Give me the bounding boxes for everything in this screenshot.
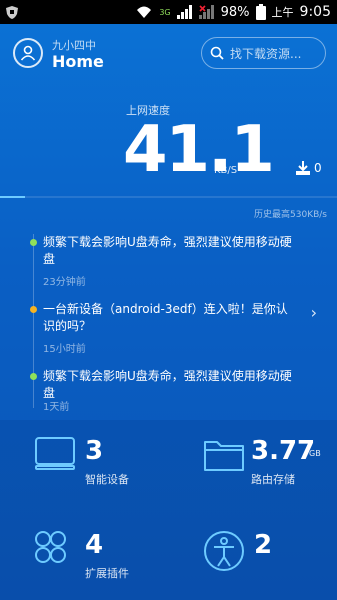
tile-plugins[interactable]: 4 扩展插件	[34, 530, 194, 600]
grid-circles-icon	[35, 531, 66, 563]
status-right: 3G 98% 上午 9:05	[135, 4, 331, 20]
tile-label: 扩展插件	[85, 567, 129, 580]
speed-bar-fill	[0, 196, 25, 198]
clock-time: 9:05	[299, 4, 331, 20]
status-bar: 3G 98% 上午 9:05	[0, 0, 337, 24]
signal-strength-icon	[176, 5, 192, 19]
tile-label: 路由存储	[251, 473, 295, 486]
battery-icon	[255, 4, 266, 20]
tile-count: 4	[85, 530, 104, 560]
search-placeholder: 找下载资源...	[230, 46, 302, 61]
feature-tiles: 3 智能设备 3.77 GB 路由存储 4 扩展插件 2	[0, 420, 337, 600]
notification-timeline: 频繁下载会影响U盘寿命，强烈建议使用移动硬盘 23分钟前 一台新设备（andro…	[0, 226, 337, 416]
tile-unit: GB	[309, 449, 321, 458]
timeline-line	[33, 234, 34, 408]
profile-avatar-button[interactable]	[13, 38, 43, 68]
speed-bar	[0, 196, 337, 198]
timeline-text: 频繁下载会影响U盘寿命，强烈建议使用移动硬盘	[43, 369, 292, 400]
speed-value: 41.1	[123, 113, 275, 187]
timeline-dot	[30, 239, 37, 246]
network-type-label: 3G	[159, 7, 171, 17]
app-screen: 3G 98% 上午 9:05 九小四中 Home 找下载资源... 上网速度 4…	[0, 0, 337, 600]
app-header: 九小四中 Home 找下载资源...	[0, 24, 337, 80]
timeline-text: 频繁下载会影响U盘寿命，强烈建议使用移动硬盘	[43, 235, 292, 266]
timeline-dot	[30, 306, 37, 313]
timeline-time: 23分钟前	[43, 277, 86, 288]
search-icon	[210, 46, 224, 60]
history-max-speed: 历史最高530KB/s	[254, 210, 327, 220]
tile-count: 2	[254, 530, 273, 560]
search-input[interactable]: 找下载资源...	[201, 37, 326, 69]
timeline-time: 1天前	[43, 402, 70, 413]
battery-percent: 98%	[220, 4, 250, 20]
status-left	[6, 5, 18, 19]
folder-icon	[204, 441, 244, 471]
monitor-icon	[35, 437, 75, 470]
timeline-text: 一台新设备（android-3edf）连入啦！是你认识的吗？	[43, 302, 288, 333]
signal-no-service-icon	[198, 5, 214, 19]
download-icon	[296, 161, 310, 175]
time-prefix: 上午	[271, 6, 294, 19]
wifi-icon	[137, 6, 152, 18]
timeline-time: 15小时前	[43, 344, 86, 355]
page-title: Home	[52, 52, 104, 71]
tile-count: 3.77	[251, 436, 316, 466]
tile-count: 3	[85, 436, 104, 466]
network-name: 九小四中	[52, 39, 96, 52]
tile-smart-devices[interactable]: 3 智能设备	[34, 436, 194, 512]
tile-label: 智能设备	[85, 473, 129, 486]
person-circle-icon	[204, 531, 244, 571]
download-count: 0	[314, 161, 322, 175]
download-button[interactable]: 0	[296, 161, 322, 175]
timeline-dot	[30, 373, 37, 380]
tile-router-storage[interactable]: 3.77 GB 路由存储	[203, 436, 337, 512]
user-icon	[20, 45, 36, 61]
speed-unit: KB/S	[214, 165, 238, 176]
chevron-right-icon[interactable]: ›	[311, 303, 317, 322]
tile-users[interactable]: 2	[203, 530, 337, 600]
shield-icon	[6, 5, 18, 19]
